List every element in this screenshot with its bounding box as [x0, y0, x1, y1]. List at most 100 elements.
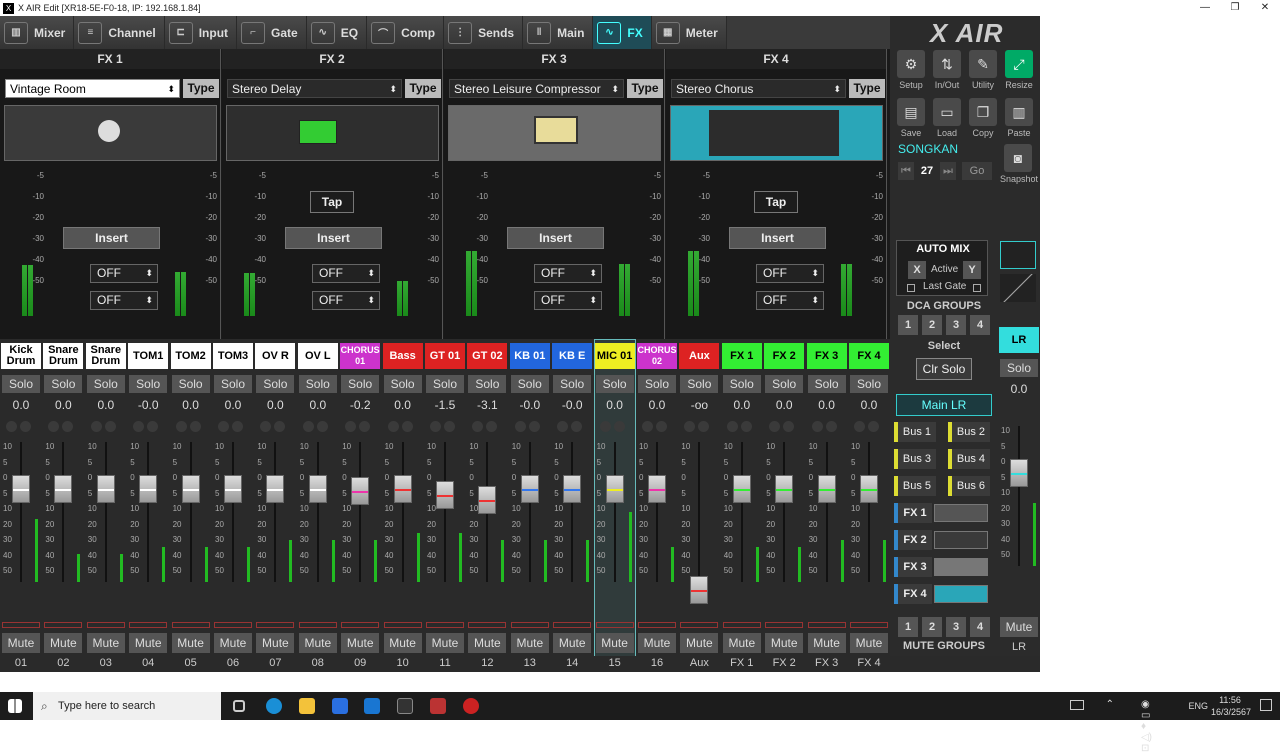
fx-route-select[interactable]: OFF ⬍ — [534, 291, 602, 310]
solo-button[interactable]: Solo — [2, 375, 40, 393]
channel-name[interactable]: TOM2 — [170, 343, 211, 369]
keyboard-icon[interactable] — [1070, 700, 1084, 710]
fx-type-button[interactable]: Type — [183, 79, 219, 98]
mute-group-button[interactable]: 1 — [898, 617, 918, 637]
fx-2-send-button[interactable]: FX 2 — [894, 530, 932, 550]
solo-button[interactable]: Solo — [638, 375, 676, 393]
fader-handle[interactable] — [775, 475, 794, 504]
mute-button[interactable]: Mute — [850, 633, 888, 653]
tab-comp[interactable]: ⌒ Comp — [367, 16, 445, 49]
solo-button[interactable]: Solo — [256, 375, 295, 393]
fx-plugin-image[interactable] — [226, 105, 439, 161]
mute-group-button[interactable]: 2 — [922, 617, 942, 637]
fader-handle[interactable] — [308, 475, 327, 504]
fx-preset-select[interactable]: Stereo Leisure Compressor ⬍ — [449, 79, 624, 98]
fader-handle[interactable] — [96, 475, 115, 504]
solo-button[interactable]: Solo — [214, 375, 252, 393]
mute-button[interactable]: Mute — [807, 633, 846, 653]
fader-handle[interactable] — [12, 475, 30, 504]
snapshot-go-button[interactable]: Go — [962, 162, 992, 180]
close-button[interactable]: ✕ — [1250, 0, 1280, 16]
solo-button[interactable]: Solo — [1000, 359, 1038, 377]
channel-name[interactable]: Aux — [679, 343, 720, 369]
mute-button[interactable]: Mute — [765, 633, 804, 653]
solo-button[interactable]: Solo — [171, 375, 210, 393]
fader-handle[interactable] — [732, 475, 751, 504]
solo-button[interactable]: Solo — [129, 375, 168, 393]
language-indicator[interactable]: ENG — [1188, 701, 1208, 711]
channel-name[interactable]: OV R — [255, 343, 296, 369]
fader-handle[interactable] — [1010, 459, 1028, 488]
fx-route-select[interactable]: OFF ⬍ — [90, 264, 158, 283]
tab-channel[interactable]: ≡ Channel — [74, 16, 165, 49]
tap-button[interactable]: Tap — [310, 191, 354, 213]
channel-name[interactable]: FX 1 — [721, 343, 762, 369]
fx-route-select[interactable]: OFF ⬍ — [90, 291, 158, 310]
save-button[interactable]: ▤ Save — [894, 98, 928, 138]
mute-button[interactable]: Mute — [341, 633, 380, 653]
automix-x-button[interactable]: X — [908, 261, 926, 279]
mute-button[interactable]: Mute — [468, 633, 507, 653]
resize-button[interactable]: ⤢ Resize — [1002, 50, 1036, 90]
fx-4-send-button[interactable]: FX 4 — [894, 584, 932, 604]
bus-5-button[interactable]: Bus 5 — [894, 476, 936, 496]
channel-name[interactable]: Bass — [382, 343, 423, 369]
channel-name[interactable]: KB E — [552, 343, 593, 369]
channel-name[interactable]: OV L — [297, 343, 338, 369]
edge-icon[interactable] — [266, 698, 282, 714]
solo-button[interactable]: Solo — [765, 375, 804, 393]
app-clock-icon[interactable] — [463, 698, 479, 714]
tab-sends[interactable]: ⋮ Sends — [444, 16, 524, 49]
mute-button[interactable]: Mute — [2, 633, 40, 653]
fader-handle[interactable] — [860, 475, 878, 504]
fader-handle[interactable] — [478, 486, 497, 515]
mute-button[interactable]: Mute — [426, 633, 464, 653]
tab-input[interactable]: ⊏ Input — [164, 16, 238, 49]
last-gate-checkbox[interactable] — [907, 284, 915, 292]
fader-handle[interactable] — [54, 475, 73, 504]
mute-button[interactable]: Mute — [383, 633, 422, 653]
dca-group-button[interactable]: 3 — [946, 315, 966, 335]
minimize-button[interactable]: — — [1190, 0, 1220, 16]
file-explorer-icon[interactable] — [299, 698, 315, 714]
mail-icon[interactable] — [364, 698, 380, 714]
fx-plugin-image[interactable] — [448, 105, 661, 161]
solo-button[interactable]: Solo — [383, 375, 422, 393]
fader-handle[interactable] — [224, 475, 242, 504]
store-icon[interactable] — [332, 698, 348, 714]
clock-time[interactable]: 11:56 — [1212, 695, 1248, 705]
fx-route-select[interactable]: OFF ⬍ — [312, 291, 380, 310]
mute-button[interactable]: Mute — [1000, 617, 1038, 637]
fx-route-select[interactable]: OFF ⬍ — [756, 264, 824, 283]
mute-button[interactable]: Mute — [680, 633, 719, 653]
automix-square-icon[interactable] — [1000, 241, 1036, 269]
tab-eq[interactable]: ∿ EQ — [306, 16, 368, 49]
task-view-icon[interactable] — [233, 700, 245, 712]
snapshot-button[interactable]: ◙ Snapshot — [1000, 144, 1038, 184]
fader-handle[interactable] — [266, 475, 285, 504]
fx-type-button[interactable]: Type — [849, 79, 885, 98]
channel-name[interactable]: Kick Drum — [1, 343, 41, 369]
fx-type-button[interactable]: Type — [405, 79, 441, 98]
fx-3-send-button[interactable]: FX 3 — [894, 557, 932, 577]
automix-y-button[interactable]: Y — [963, 261, 981, 279]
fader-handle[interactable] — [181, 475, 200, 504]
solo-button[interactable]: Solo — [298, 375, 337, 393]
channel-name[interactable]: GT 02 — [467, 343, 508, 369]
tray-chevron-icon[interactable]: ⌃ — [1106, 699, 1114, 710]
solo-button[interactable]: Solo — [44, 375, 83, 393]
fx-1-send-button[interactable]: FX 1 — [894, 503, 932, 523]
solo-button[interactable]: Solo — [850, 375, 888, 393]
snapshot-next-icon[interactable]: ⏭ — [940, 162, 956, 180]
fader-handle[interactable] — [520, 475, 539, 504]
fader-handle[interactable] — [351, 476, 370, 505]
dca-group-button[interactable]: 4 — [970, 315, 990, 335]
tab-fx[interactable]: ∿ FX — [593, 16, 652, 49]
channel-name[interactable]: FX 2 — [764, 343, 805, 369]
clock-date[interactable]: 16/3/2567 — [1208, 707, 1254, 717]
mute-button[interactable]: Mute — [553, 633, 592, 653]
channel-name[interactable]: FX 4 — [849, 343, 889, 369]
bus-1-button[interactable]: Bus 1 — [894, 422, 936, 442]
mute-button[interactable]: Mute — [595, 633, 634, 653]
mute-button[interactable]: Mute — [86, 633, 125, 653]
